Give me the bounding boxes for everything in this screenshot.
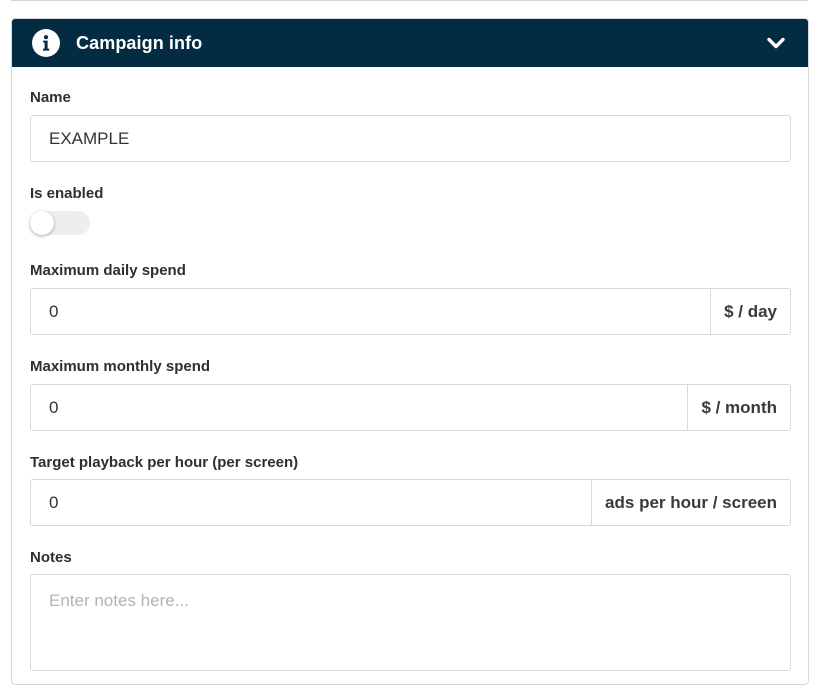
target-playback-unit: ads per hour / screen: [591, 480, 790, 525]
target-playback-label: Target playback per hour (per screen): [30, 454, 299, 471]
toggle-knob: [30, 211, 54, 235]
notes-label: Notes: [30, 549, 72, 566]
daily-spend-unit: $ / day: [710, 289, 790, 334]
daily-spend-group: $ / day: [30, 288, 791, 335]
daily-spend-label: Maximum daily spend: [30, 262, 186, 279]
campaign-form: Name Is enabled Maximum daily spend $ / …: [12, 89, 808, 671]
monthly-spend-input[interactable]: [31, 385, 688, 430]
notes-textarea[interactable]: [30, 574, 791, 671]
monthly-spend-unit: $ / month: [687, 385, 790, 430]
daily-spend-input[interactable]: [31, 289, 711, 334]
chevron-down-icon[interactable]: [766, 36, 786, 50]
name-input[interactable]: [30, 115, 791, 162]
is-enabled-toggle[interactable]: [30, 211, 90, 235]
panel-title: Campaign info: [76, 32, 203, 53]
info-icon: [32, 29, 60, 57]
target-playback-input[interactable]: [31, 480, 592, 525]
is-enabled-label: Is enabled: [30, 185, 104, 202]
monthly-spend-group: $ / month: [30, 384, 791, 431]
target-playback-group: ads per hour / screen: [30, 479, 791, 526]
campaign-info-panel: Campaign info Name Is enabled Maximum da…: [11, 18, 809, 685]
campaign-info-header[interactable]: Campaign info: [12, 19, 808, 67]
name-label: Name: [30, 89, 71, 106]
monthly-spend-label: Maximum monthly spend: [30, 358, 211, 375]
top-divider: [11, 0, 808, 1]
